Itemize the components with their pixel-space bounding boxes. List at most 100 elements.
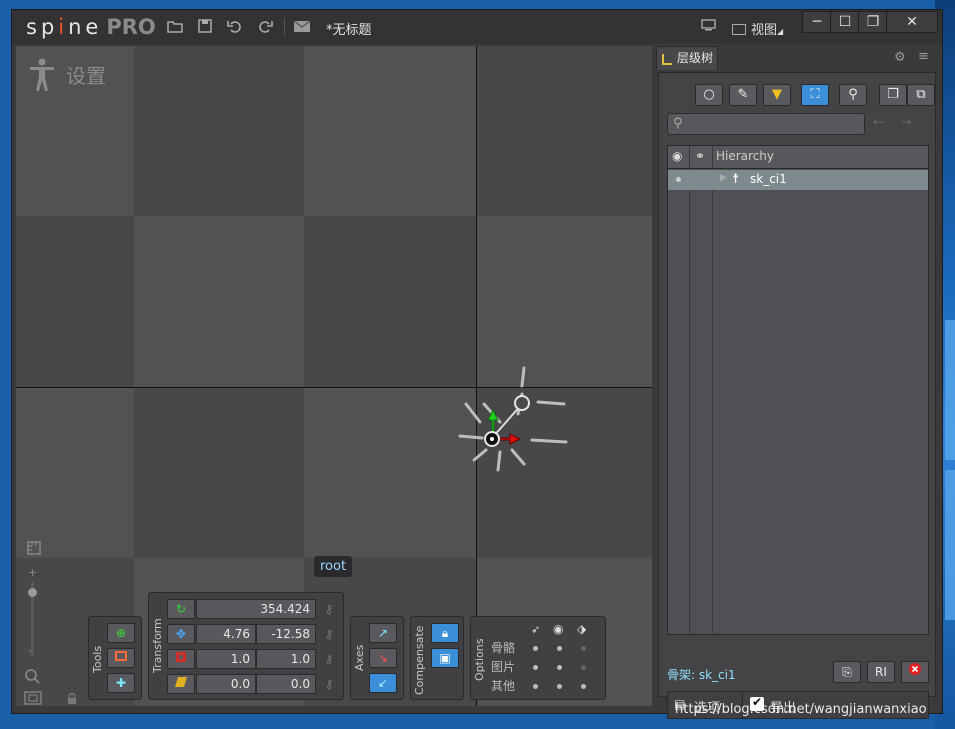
folder-open-icon[interactable] (166, 19, 184, 35)
key-icon[interactable]: ⚷ (321, 626, 337, 642)
axes-local-button[interactable]: ↗ (369, 623, 397, 643)
options-panel-label: Options (473, 638, 486, 681)
grid-cell (304, 388, 476, 558)
option-toggle[interactable] (557, 684, 562, 689)
magnifier-icon[interactable] (24, 668, 40, 687)
zoom-plus-icon[interactable]: + (28, 566, 37, 579)
translate-x-field[interactable]: 4.76 (196, 624, 256, 644)
dropdown-corner-icon: ◢ (777, 27, 784, 36)
ruler-icon[interactable] (26, 540, 42, 559)
bone-gizmo[interactable] (456, 364, 576, 474)
compensate-images-button[interactable]: ▣ (431, 648, 459, 668)
maximize-button[interactable]: ☐ (830, 11, 860, 33)
option-toggle[interactable] (557, 665, 562, 670)
axes-panel: Axes ↗ ↘ ↙ (350, 616, 404, 700)
eye-icon: ◉ (553, 622, 564, 636)
collapse-button[interactable]: ❐ (879, 84, 907, 106)
fit-view-icon[interactable] (24, 691, 42, 706)
tree-item-label: sk_ci1 (750, 172, 787, 186)
restore-button[interactable]: ❐ (858, 11, 888, 33)
tab-hierarchy[interactable]: 层级树 (656, 46, 718, 70)
undo-icon[interactable] (226, 19, 244, 35)
visibility-dot[interactable] (676, 177, 681, 182)
rotate-tool-button[interactable]: ↻ (167, 599, 195, 619)
create-tool-button[interactable]: ✚ (107, 673, 135, 693)
option-toggle[interactable] (533, 684, 538, 689)
arrow-right-icon[interactable]: → (901, 115, 912, 130)
scale-x-field[interactable]: 1.0 (196, 649, 256, 669)
rename-button[interactable]: ✎ (729, 84, 757, 106)
key-icon[interactable]: ⚷ (321, 676, 337, 692)
document-title: *无标题 (326, 23, 372, 38)
menu-icon[interactable]: ≡ (918, 49, 929, 64)
hierarchy-search-input[interactable]: ⚲ (667, 113, 865, 135)
weights-tool-button[interactable] (107, 648, 135, 668)
duplicate-button[interactable]: ⎘ (833, 661, 861, 683)
option-toggle[interactable] (581, 665, 586, 670)
key-icon[interactable]: ⚷ (321, 601, 337, 617)
view-menu-button[interactable]: 视图◢ (732, 19, 783, 38)
link-icon[interactable]: ⚭ (695, 149, 705, 163)
monitor-icon[interactable] (700, 19, 718, 35)
tree-item-skeleton[interactable]: ▶ ☨ sk_ci1 (668, 170, 928, 190)
tools-panel: Tools ⊕ ✚ (88, 616, 142, 700)
option-toggle[interactable] (581, 684, 586, 689)
expand-button[interactable]: ⧉ (907, 84, 935, 106)
scale-tool-button[interactable] (167, 649, 195, 669)
shear-x-field[interactable]: 0.0 (196, 674, 256, 694)
minimize-button[interactable]: ─ (802, 11, 832, 33)
hierarchy-column-header: Hierarchy (716, 149, 775, 163)
focus-button[interactable]: ⛶ (801, 84, 829, 106)
zoom-slider-handle[interactable] (28, 588, 37, 597)
selection-bar: 骨架: sk_ci1 ⎘ RI (667, 661, 929, 687)
visibility-eye-icon[interactable]: ◉ (672, 149, 682, 163)
shear-y-field[interactable]: 0.0 (256, 674, 316, 694)
translate-tool-button[interactable]: ✥ (167, 624, 195, 644)
hierarchy-panel: 层级树 ⚙ ≡ ○ ✎ ▼ ⛶ ⚲ ❐ ⧉ ⚲ ← → ◉ ⚭ Hierarch… (656, 46, 938, 719)
cursor-icon: ➶ (531, 623, 541, 636)
hierarchy-tree[interactable]: ◉ ⚭ Hierarchy ▶ ☨ sk_ci1 (667, 145, 929, 636)
rotate-field[interactable]: 354.424 (196, 599, 316, 619)
delete-button[interactable] (901, 661, 929, 683)
window-icon (732, 24, 746, 35)
skeleton-figure-icon (28, 58, 56, 95)
tree-icon (662, 54, 672, 65)
key-icon[interactable]: ⚷ (321, 651, 337, 667)
envelope-icon[interactable] (293, 19, 311, 35)
option-toggle[interactable] (533, 646, 538, 651)
desktop-window-fragment (945, 470, 955, 620)
option-row-others: 其他 (491, 679, 516, 693)
redo-icon[interactable] (256, 19, 274, 35)
axes-world-button[interactable]: ↙ (369, 673, 397, 693)
lock-icon[interactable] (66, 692, 78, 706)
option-row-images: 图片 (491, 660, 516, 674)
save-icon[interactable] (196, 19, 214, 35)
axes-parent-button[interactable]: ↘ (369, 648, 397, 668)
zoom-minus-icon[interactable]: - (28, 644, 32, 657)
option-toggle[interactable] (533, 665, 538, 670)
search-tree-button[interactable]: ⚲ (839, 84, 867, 106)
pose-tool-button[interactable]: ⊕ (107, 623, 135, 643)
rename-skeleton-button[interactable]: RI (867, 661, 895, 683)
new-bone-button[interactable]: ○ (695, 84, 723, 106)
expand-arrow-icon[interactable]: ▶ (720, 173, 727, 183)
editor-viewport[interactable]: 设置 root + - Tools ⊕ ✚ Transform ↻ 354.42… (16, 46, 652, 706)
column-divider (689, 146, 690, 636)
arrow-left-icon[interactable]: ← (873, 115, 884, 130)
filter-button[interactable]: ▼ (763, 84, 791, 106)
mode-label: 设置 (66, 64, 106, 88)
translate-y-field[interactable]: -12.58 (256, 624, 316, 644)
compensate-bones-button[interactable]: 🔒︎ (431, 623, 459, 643)
grid-cell (134, 46, 304, 216)
transform-panel: Transform ↻ 354.424 ⚷ ✥ 4.76 -12.58 ⚷ 1.… (148, 592, 344, 700)
option-toggle[interactable] (581, 646, 586, 651)
grid-cell (16, 216, 134, 388)
search-icon: ⚲ (673, 116, 683, 131)
close-button[interactable]: ✕ (886, 11, 938, 33)
settings-sliders-icon[interactable]: ⚙ (894, 50, 906, 65)
scale-y-field[interactable]: 1.0 (256, 649, 316, 669)
option-row-bones: 骨骼 (491, 641, 516, 655)
shear-tool-button[interactable] (167, 674, 195, 694)
axes-panel-label: Axes (353, 644, 366, 671)
option-toggle[interactable] (557, 646, 562, 651)
